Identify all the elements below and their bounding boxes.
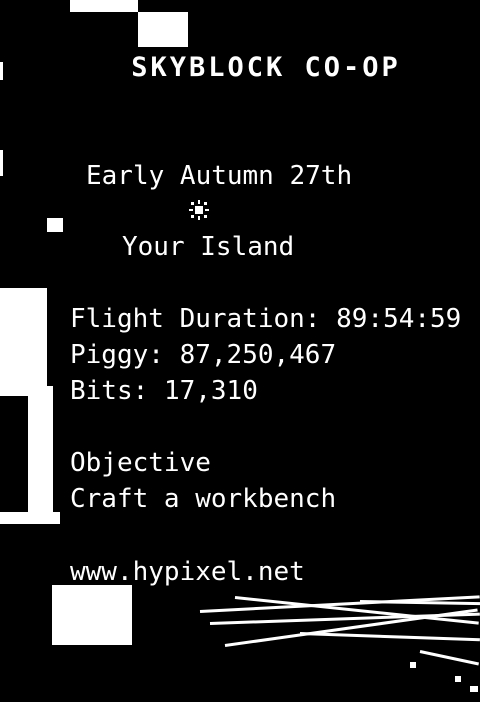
bits-row: Bits: 17,310 bbox=[70, 376, 258, 406]
world-block bbox=[52, 585, 132, 645]
scoreboard-title: SKYBLOCK CO-OP bbox=[131, 52, 401, 83]
bits-value: 17,310 bbox=[163, 376, 258, 406]
purse-label: Piggy: bbox=[70, 340, 164, 370]
flight-duration-label: Flight Duration: bbox=[70, 304, 321, 334]
purse-row: Piggy: 87,250,467 bbox=[70, 340, 336, 370]
world-block bbox=[70, 0, 138, 12]
world-block bbox=[138, 12, 188, 47]
objective-text: Craft a workbench bbox=[70, 484, 337, 514]
world-block bbox=[470, 686, 478, 692]
season-date: Early Autumn 27th bbox=[86, 161, 353, 191]
flight-duration-row: Flight Duration: 89:54:59 bbox=[70, 304, 461, 334]
world-edge-line bbox=[359, 600, 480, 606]
bits-label: Bits: bbox=[70, 376, 149, 406]
flight-duration-value: 89:54:59 bbox=[336, 304, 462, 334]
world-block bbox=[0, 512, 60, 524]
sun-icon bbox=[189, 200, 209, 220]
world-block bbox=[410, 662, 416, 668]
server-website: www.hypixel.net bbox=[70, 557, 305, 587]
world-edge-line bbox=[299, 632, 480, 642]
world-block bbox=[0, 288, 47, 396]
world-block bbox=[0, 150, 3, 176]
world-edge-line bbox=[419, 650, 480, 666]
world-block bbox=[455, 676, 461, 682]
world-block bbox=[47, 218, 63, 232]
location-label: Your Island bbox=[122, 232, 295, 262]
world-block bbox=[47, 386, 53, 524]
objective-heading: Objective bbox=[70, 448, 211, 478]
purse-value: 87,250,467 bbox=[179, 340, 337, 370]
world-edge-line bbox=[224, 608, 478, 647]
